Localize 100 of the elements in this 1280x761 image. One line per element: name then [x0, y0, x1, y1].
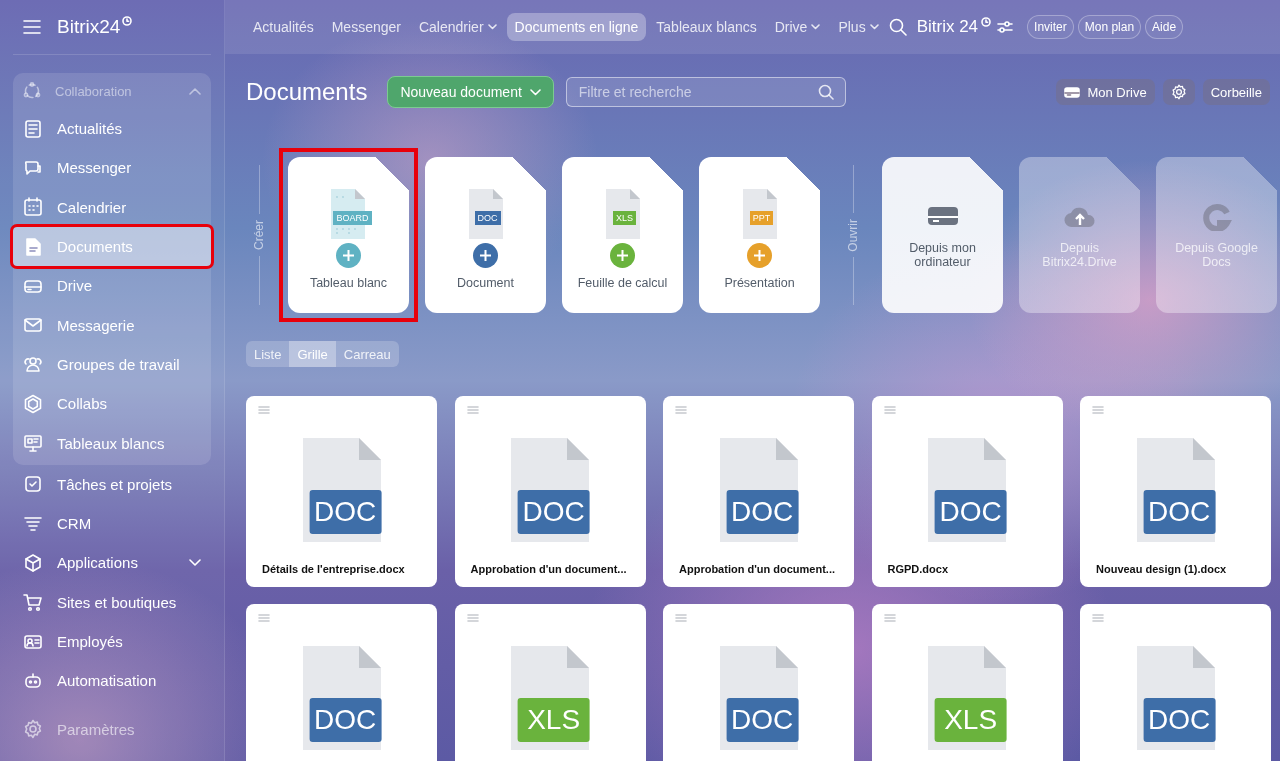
section-label: Créer — [252, 219, 266, 252]
search-icon — [817, 84, 834, 100]
nav-tab[interactable]: Drive — [766, 13, 829, 41]
create-card[interactable]: DOC Document — [425, 157, 546, 313]
sidebar-item[interactable]: Applications — [13, 543, 211, 583]
sidebar-item[interactable]: CRM — [13, 503, 211, 544]
chevron-down-icon — [869, 24, 879, 30]
card-label: Tableau blanc — [309, 276, 388, 290]
checkbox-icon — [23, 474, 43, 495]
file-type-badge: PPT — [749, 211, 774, 225]
sidebar-item[interactable]: Messagerie — [13, 305, 211, 345]
whiteboard-icon — [23, 433, 43, 453]
create-card[interactable]: BOARD Tableau blanc — [288, 157, 409, 313]
page-title: Documents — [246, 78, 368, 106]
file-type-badge: XLS — [517, 698, 590, 742]
file-type-badge: DOC — [474, 211, 501, 225]
nav-tab[interactable]: Tableaux blancs — [648, 13, 765, 41]
drag-handle-icon — [675, 406, 687, 414]
file-name: Approbation d'un document... — [679, 563, 835, 575]
sidebar-item[interactable]: Drive — [13, 266, 211, 306]
plus-icon — [610, 243, 635, 268]
clock-icon — [981, 17, 992, 27]
file-card[interactable]: DOC Approbation d'un document... — [663, 396, 854, 587]
file-type-badge: DOC — [309, 490, 382, 534]
sidebar-item[interactable]: Tâches et projets — [13, 464, 211, 504]
sidebar-group-header[interactable]: Collaboration — [13, 73, 211, 109]
cube-icon — [23, 552, 43, 573]
file-type-badge: XLS — [613, 211, 636, 225]
chevron-down-icon — [487, 24, 497, 30]
sidebar-item[interactable]: Groupes de travail — [13, 344, 211, 385]
nav-tab[interactable]: Messenger — [323, 13, 409, 41]
my-drive-button[interactable]: Mon Drive — [1056, 79, 1155, 105]
file-card[interactable]: DOC RGPD.docx — [871, 396, 1063, 587]
file-card[interactable]: DOC Approbation d'un document... — [454, 396, 646, 587]
settings-item[interactable]: Paramètres — [13, 709, 211, 749]
view-option[interactable]: Carreau — [335, 341, 399, 367]
create-card[interactable]: PPT Présentation — [699, 157, 820, 313]
drag-handle-icon — [883, 406, 896, 414]
menu-icon — [23, 20, 41, 34]
chevron-up-icon — [189, 87, 201, 95]
clock-icon — [122, 16, 133, 26]
file-name: Nouveau design (1).docx — [1096, 563, 1227, 575]
file-type-badge: DOC — [309, 698, 382, 742]
create-card[interactable]: XLS Feuille de calcul — [562, 157, 683, 313]
file-card[interactable]: DOC Nouveau design (1).docx — [1080, 396, 1271, 587]
header-button[interactable]: Inviter — [1027, 15, 1074, 39]
card-label: Présentation — [724, 276, 795, 290]
collaboration-icon — [23, 82, 41, 100]
file-type-badge: DOC — [726, 490, 799, 534]
file-card[interactable]: DOC — [246, 604, 437, 761]
open-card[interactable]: Depuis mon ordinateur — [882, 157, 1003, 313]
view-option[interactable]: Liste — [246, 341, 290, 367]
file-card[interactable]: XLS — [871, 604, 1063, 761]
file-card[interactable]: DOC — [663, 604, 854, 761]
document-icon — [23, 236, 43, 257]
caret-icon — [529, 88, 541, 96]
sidebar-item[interactable]: Actualités — [13, 109, 211, 149]
sidebar-item[interactable]: Messenger — [13, 148, 211, 188]
brand-logo-text: Bitrix 24 — [916, 17, 979, 37]
sidebar-item[interactable]: Collabs — [13, 384, 211, 424]
drag-handle-icon — [466, 614, 479, 622]
nav-tab[interactable]: Calendrier — [410, 13, 505, 41]
sidebar-item[interactable]: Automatisation — [13, 661, 211, 701]
file-card[interactable]: DOC — [1080, 604, 1271, 761]
news-icon — [23, 118, 43, 139]
new-document-button[interactable]: Nouveau document — [387, 76, 554, 108]
card-label: Document — [457, 276, 514, 290]
search-field[interactable]: Filtre et recherche — [565, 77, 846, 107]
drag-handle-icon — [258, 614, 270, 622]
sidebar-item[interactable]: Calendrier — [13, 187, 211, 227]
header-button[interactable]: Mon plan — [1077, 15, 1142, 39]
cart-icon — [23, 592, 43, 613]
plus-icon — [336, 243, 361, 268]
drag-handle-icon — [1092, 614, 1104, 622]
trash-button[interactable]: Corbeille — [1202, 79, 1270, 105]
sidebar-item[interactable]: Tableaux blancs — [13, 423, 211, 463]
card-label: Feuille de calcul — [577, 276, 668, 290]
settings-button[interactable] — [1162, 79, 1195, 105]
nav-tab[interactable]: Documents en ligne — [506, 13, 647, 41]
nav-tab[interactable]: Plus — [830, 13, 887, 41]
file-type-badge: DOC — [1143, 698, 1216, 742]
file-card[interactable]: XLS — [454, 604, 646, 761]
file-card[interactable]: DOC Détails de l'entreprise.docx — [246, 396, 437, 587]
plus-icon — [473, 243, 498, 268]
nav-tab[interactable]: Actualités — [245, 13, 322, 41]
sidebar-item[interactable]: Employés — [13, 621, 211, 662]
file-type-badge: DOC — [726, 698, 799, 742]
settings-icon — [1170, 84, 1187, 100]
file-name: RGPD.docx — [887, 563, 948, 575]
sliders-icon — [997, 20, 1014, 34]
section-label: Ouvrir — [846, 217, 860, 254]
file-type-badge: DOC — [1143, 490, 1216, 534]
drag-handle-icon — [466, 406, 479, 414]
search-icon — [888, 18, 907, 36]
sidebar-item[interactable]: Sites et boutiques — [13, 582, 211, 622]
file-type-badge: XLS — [934, 698, 1007, 742]
header-button[interactable]: Aide — [1145, 15, 1184, 39]
drive-icon — [1064, 86, 1081, 98]
logo-text: Bitrix24 — [57, 16, 121, 38]
file-type-badge: DOC — [934, 490, 1007, 534]
